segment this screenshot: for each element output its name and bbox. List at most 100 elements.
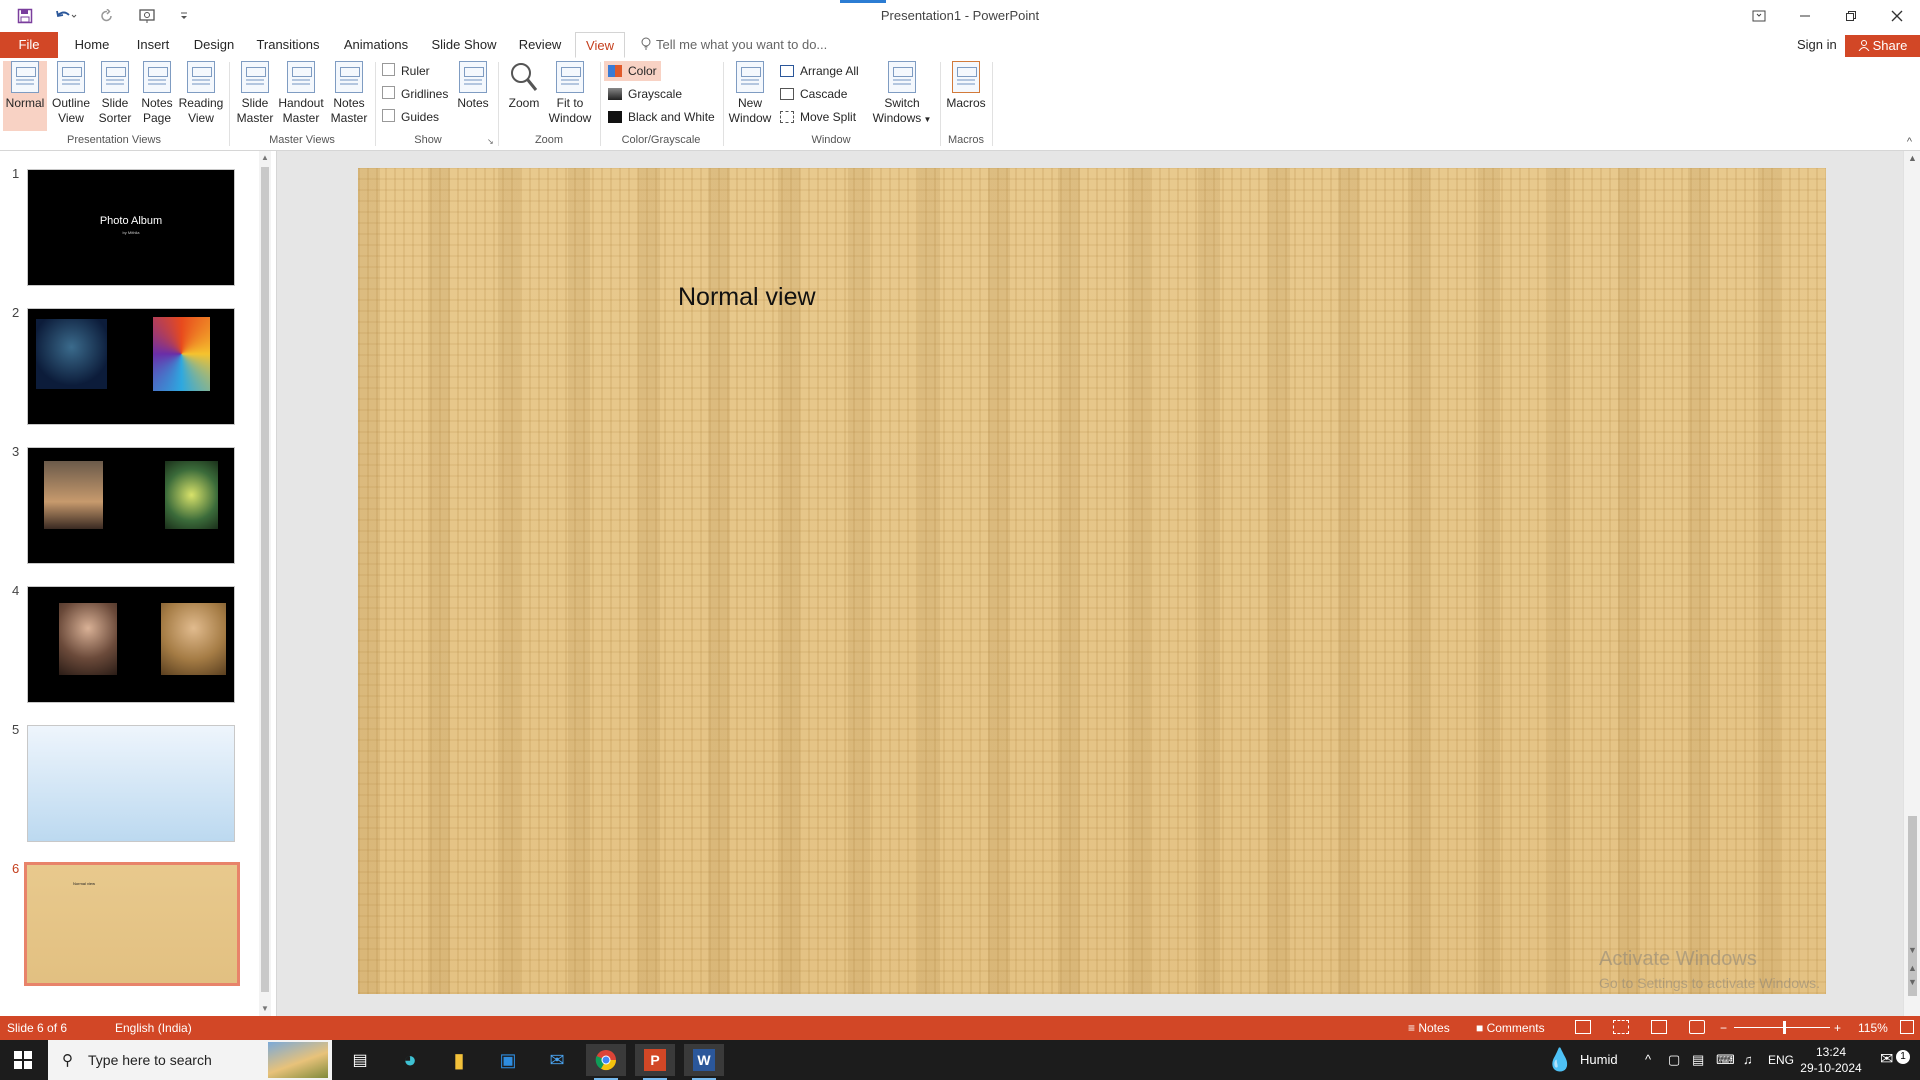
normal-view-button[interactable]: Normal [3,61,47,131]
notes-page-button[interactable]: Notes Page [137,61,177,126]
grayscale-button[interactable]: Grayscale [604,84,686,104]
store-icon[interactable]: ▣ [488,1044,528,1076]
zoom-slider[interactable] [1734,1027,1830,1028]
comments-status-button[interactable]: ■ Comments [1476,1016,1545,1040]
next-slide-icon[interactable]: ▼ [1904,977,1920,987]
gridlines-checkbox[interactable]: Gridlines [382,85,448,103]
scrollbar-thumb[interactable] [261,167,269,992]
volume-icon[interactable]: ♫ [1743,1040,1753,1080]
tab-slide-show[interactable]: Slide Show [428,32,500,58]
tray-app-icon[interactable]: ▢ [1668,1040,1680,1080]
notification-center-icon[interactable]: ✉ [1880,1040,1893,1080]
normal-view-status-icon[interactable] [1575,1020,1591,1034]
slide-thumbnail-1[interactable]: Photo Album by Mithila [27,169,235,286]
minimize-icon[interactable] [1782,0,1828,32]
scroll-up-arrow-icon[interactable]: ▲ [259,151,271,165]
windows-start-button[interactable] [0,1040,46,1080]
tab-home[interactable]: Home [66,32,118,58]
slide-thumbnail-pane[interactable]: 1 Photo Album by Mithila 2 3 4 5 6 Norma… [0,151,277,1016]
scroll-up-arrow-icon[interactable]: ▲ [1904,153,1920,163]
share-button[interactable]: Share [1845,35,1920,57]
close-icon[interactable] [1874,0,1920,32]
macros-button[interactable]: Macros [943,61,989,111]
notes-status-button[interactable]: ≡ Notes [1408,1016,1450,1040]
edge-icon[interactable]: ◕ [390,1044,430,1076]
handout-master-button[interactable]: Handout Master [276,61,326,126]
slide-thumbnail-3[interactable] [27,447,235,564]
tab-view[interactable]: View [575,32,625,58]
arrange-all-button[interactable]: Arrange All [776,61,863,81]
slide-sorter-button[interactable]: Slide Sorter [95,61,135,126]
tab-review[interactable]: Review [512,32,568,58]
tab-design[interactable]: Design [188,32,240,58]
move-split-button[interactable]: Move Split [776,107,860,127]
zoom-level[interactable]: 115% [1858,1016,1888,1040]
slide-master-button[interactable]: Slide Master [233,61,277,126]
input-language[interactable]: ENG [1768,1040,1794,1080]
show-hidden-icons-icon[interactable]: ^ [1645,1040,1651,1080]
switch-windows-button[interactable]: Switch Windows ▼ [870,61,934,127]
tab-insert[interactable]: Insert [128,32,178,58]
slide-show-status-icon[interactable] [1689,1020,1705,1034]
fit-to-window-label-1: Fit to [556,96,584,110]
show-dialog-launcher-icon[interactable]: ↘ [487,137,494,146]
slide-thumbnail-5[interactable] [27,725,235,842]
group-label-master-views: Master Views [269,134,335,146]
tab-file[interactable]: File [0,32,58,58]
slide-counter[interactable]: Slide 6 of 6 [7,1016,67,1040]
outline-view-button[interactable]: Outline View [49,61,93,126]
clock-date[interactable]: 29-10-2024 [1800,1060,1862,1076]
window-title: Presentation1 - PowerPoint [880,8,1040,23]
current-slide[interactable]: Normal view [358,168,1826,994]
zoom-button[interactable]: Zoom [503,61,545,111]
word-icon[interactable]: W [684,1044,724,1080]
new-window-button[interactable]: New Window [727,61,773,126]
previous-slide-icon[interactable]: ▲ [1904,963,1920,973]
ribbon-display-options-icon[interactable] [1736,0,1782,32]
notes-toggle-button[interactable]: Notes [452,61,494,111]
taskbar-search-box[interactable]: ⚲ Type here to search [48,1040,332,1080]
scroll-down-arrow-icon[interactable]: ▼ [259,1002,271,1016]
fit-to-window-button[interactable]: Fit to Window [546,61,594,126]
status-bar: Slide 6 of 6 English (India) ≡ Notes ■ C… [0,1016,1920,1040]
restore-icon[interactable] [1828,0,1874,32]
slide-thumbnail-6[interactable]: Normal view [24,862,240,986]
zoom-slider-thumb[interactable] [1783,1021,1786,1034]
tab-transitions[interactable]: Transitions [252,32,324,58]
slide-thumbnail-4[interactable] [27,586,235,703]
weather-icon[interactable]: 💧 [1546,1040,1573,1080]
slide-master-label-1: Slide [241,96,269,110]
slide-sorter-status-icon[interactable] [1613,1020,1629,1034]
reading-view-button[interactable]: Reading View [177,61,225,126]
zoom-out-icon[interactable]: − [1720,1016,1727,1040]
mail-icon[interactable]: ✉ [537,1044,577,1076]
network-icon[interactable]: ⌨ [1716,1040,1735,1080]
guides-checkbox[interactable]: Guides [382,108,439,126]
fit-slide-icon[interactable] [1900,1020,1914,1034]
language-indicator[interactable]: English (India) [115,1016,192,1040]
collapse-ribbon-icon[interactable]: ^ [1907,136,1912,148]
notes-master-button[interactable]: Notes Master [327,61,371,126]
powerpoint-icon[interactable]: P [635,1044,675,1080]
slide-thumbnail-2[interactable] [27,308,235,425]
scroll-down-arrow-icon[interactable]: ▼ [1904,945,1920,955]
cascade-button[interactable]: Cascade [776,84,851,104]
black-and-white-button[interactable]: Black and White [604,107,719,127]
sign-in-link[interactable]: Sign in [1797,32,1837,58]
vertical-scrollbar[interactable]: ▲ ▼ ▲ ▼ [1903,151,1920,1016]
weather-text[interactable]: Humid [1580,1040,1618,1080]
file-explorer-icon[interactable]: ▮ [439,1044,479,1076]
zoom-in-icon[interactable]: + [1834,1016,1841,1040]
chrome-icon[interactable] [586,1044,626,1080]
new-window-label-2: Window [728,111,772,125]
thumbnail-scrollbar[interactable]: ▲ ▼ [259,151,271,1016]
clock-time[interactable]: 13:24 [1800,1044,1862,1060]
color-button[interactable]: Color [604,61,661,81]
ruler-checkbox[interactable]: Ruler [382,62,430,80]
slide-title-text[interactable]: Normal view [678,283,816,312]
task-view-icon[interactable]: ▤ [340,1044,380,1076]
tray-security-icon[interactable]: ▤ [1692,1040,1704,1080]
tell-me-box[interactable]: Tell me what you want to do... [640,32,827,58]
reading-view-status-icon[interactable] [1651,1020,1667,1034]
tab-animations[interactable]: Animations [336,32,416,58]
